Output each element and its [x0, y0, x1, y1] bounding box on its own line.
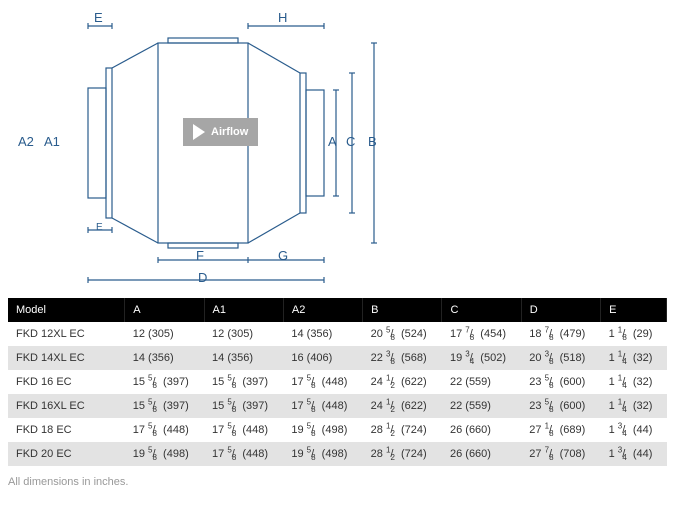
cell-dim: 17 7/8 (454): [442, 322, 521, 346]
cell-dim: 24 1/2 (622): [363, 394, 442, 418]
cell-dim: 12 (305): [125, 322, 204, 346]
cell-dim: 14 (356): [283, 322, 362, 346]
cell-dim: 1 3/4 (44): [601, 418, 667, 442]
col-header: A2: [283, 298, 362, 322]
cell-model: FKD 12XL EC: [8, 322, 125, 346]
col-header: C: [442, 298, 521, 322]
dim-h: H: [278, 10, 287, 25]
table-row: FKD 16XL EC15 5/8 (397)15 5/8 (397)17 5/…: [8, 394, 667, 418]
cell-dim: 17 5/8 (448): [283, 370, 362, 394]
cell-dim: 15 5/8 (397): [204, 394, 283, 418]
cell-dim: 24 1/2 (622): [363, 370, 442, 394]
col-header: Model: [8, 298, 125, 322]
cell-model: FKD 18 EC: [8, 418, 125, 442]
cell-dim: 19 5/8 (498): [283, 442, 362, 466]
cell-dim: 17 5/8 (448): [204, 418, 283, 442]
cell-dim: 27 7/8 (708): [521, 442, 600, 466]
col-header: E: [601, 298, 667, 322]
cell-dim: 14 (356): [204, 346, 283, 370]
airflow-label: Airflow: [211, 126, 248, 138]
cell-dim: 18 7/8 (479): [521, 322, 600, 346]
cell-dim: 28 1/2 (724): [363, 442, 442, 466]
cell-dim: 26 (660): [442, 418, 521, 442]
cell-dim: 26 (660): [442, 442, 521, 466]
cell-dim: 15 5/8 (397): [125, 370, 204, 394]
arrow-icon: [193, 124, 205, 140]
cell-dim: 1 3/4 (44): [601, 442, 667, 466]
table-header: ModelAA1A2BCDE: [8, 298, 667, 322]
cell-model: FKD 16XL EC: [8, 394, 125, 418]
cell-dim: 15 5/8 (397): [204, 370, 283, 394]
cell-dim: 20 3/8 (518): [521, 346, 600, 370]
table-row: FKD 12XL EC12 (305)12 (305)14 (356)20 5/…: [8, 322, 667, 346]
col-header: B: [363, 298, 442, 322]
cell-dim: 28 1/2 (724): [363, 418, 442, 442]
cell-model: FKD 14XL EC: [8, 346, 125, 370]
units-note: All dimensions in inches.: [8, 476, 667, 488]
dimensions-table: ModelAA1A2BCDE FKD 12XL EC12 (305)12 (30…: [8, 298, 667, 466]
table-row: FKD 20 EC19 5/8 (498)17 5/8 (448)19 5/8 …: [8, 442, 667, 466]
cell-dim: 22 (559): [442, 394, 521, 418]
table-row: FKD 14XL EC14 (356)14 (356)16 (406)22 3/…: [8, 346, 667, 370]
cell-dim: 1 1/4 (32): [601, 346, 667, 370]
dim-e-small: E: [96, 222, 103, 233]
cell-dim: 19 3/4 (502): [442, 346, 521, 370]
dim-b: B: [368, 134, 377, 149]
cell-dim: 1 1/8 (29): [601, 322, 667, 346]
dim-a1: A1: [44, 134, 60, 149]
cell-dim: 20 5/8 (524): [363, 322, 442, 346]
dim-e-top: E: [94, 10, 103, 25]
dim-c: C: [346, 134, 355, 149]
cell-dim: 17 5/8 (448): [283, 394, 362, 418]
dimension-diagram: Airflow A2 A1 A C B E H E F G D: [68, 8, 398, 288]
cell-dim: 22 3/8 (568): [363, 346, 442, 370]
cell-dim: 17 5/8 (448): [204, 442, 283, 466]
cell-model: FKD 20 EC: [8, 442, 125, 466]
cell-dim: 23 5/8 (600): [521, 370, 600, 394]
cell-dim: 1 1/4 (32): [601, 370, 667, 394]
dim-f: F: [196, 248, 204, 263]
cell-dim: 27 1/8 (689): [521, 418, 600, 442]
cell-dim: 16 (406): [283, 346, 362, 370]
dim-a: A: [328, 134, 337, 149]
cell-dim: 14 (356): [125, 346, 204, 370]
cell-dim: 19 5/8 (498): [125, 442, 204, 466]
cell-dim: 1 1/4 (32): [601, 394, 667, 418]
airflow-indicator: Airflow: [183, 118, 258, 146]
cell-dim: 23 5/8 (600): [521, 394, 600, 418]
cell-dim: 17 5/8 (448): [125, 418, 204, 442]
dim-a2: A2: [18, 134, 34, 149]
dim-g: G: [278, 248, 288, 263]
cell-dim: 15 5/8 (397): [125, 394, 204, 418]
cell-model: FKD 16 EC: [8, 370, 125, 394]
col-header: A: [125, 298, 204, 322]
col-header: A1: [204, 298, 283, 322]
col-header: D: [521, 298, 600, 322]
dim-d: D: [198, 270, 207, 285]
cell-dim: 19 5/8 (498): [283, 418, 362, 442]
table-row: FKD 16 EC15 5/8 (397)15 5/8 (397)17 5/8 …: [8, 370, 667, 394]
table-row: FKD 18 EC17 5/8 (448)17 5/8 (448)19 5/8 …: [8, 418, 667, 442]
cell-dim: 12 (305): [204, 322, 283, 346]
cell-dim: 22 (559): [442, 370, 521, 394]
